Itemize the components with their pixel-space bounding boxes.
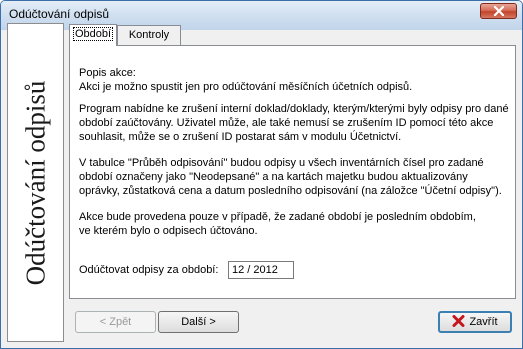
description-paragraph-3: V tabulce "Průběh odpisování" budou odpi… bbox=[79, 156, 511, 198]
window-close-button[interactable] bbox=[480, 3, 517, 19]
back-button[interactable]: < Zpět bbox=[75, 311, 156, 333]
close-x-icon bbox=[452, 315, 465, 328]
close-button[interactable]: Zavřít bbox=[438, 311, 512, 333]
description-text: období označeny jako "Neodepsané" a na k… bbox=[79, 171, 468, 183]
dialog-window: Odúčtování odpisů Odúčtování odpisů Obdo… bbox=[0, 0, 523, 349]
description-paragraph-2: Program nabídne ke zrušení interní dokla… bbox=[79, 102, 511, 144]
tab-content-panel: Popis akce: Akci je možno spustit jen pr… bbox=[69, 45, 516, 299]
tab-obdobi[interactable]: Období bbox=[69, 24, 117, 46]
period-input[interactable] bbox=[228, 261, 294, 279]
description-text: souhlasit, může se o zrušení ID postarat… bbox=[79, 131, 402, 143]
description-text: Program nabídne ke zrušení interní dokla… bbox=[79, 103, 509, 115]
description-heading: Popis akce: bbox=[79, 67, 136, 79]
period-label: Odúčtovat odpisy za období: bbox=[79, 264, 219, 276]
description-text: Akce bude provedena pouze v případě, že … bbox=[79, 211, 476, 223]
close-icon bbox=[493, 6, 505, 16]
description-text: Akci je možno spustit jen pro odúčtování… bbox=[79, 81, 413, 93]
next-button[interactable]: Další > bbox=[158, 311, 239, 333]
window-title: Odúčtování odpisů bbox=[9, 7, 110, 21]
description-paragraph-4: Akce bude provedena pouze v případě, že … bbox=[79, 210, 511, 238]
tab-obdobi-label: Období bbox=[72, 27, 114, 41]
side-banner: Odúčtování odpisů bbox=[7, 23, 64, 342]
description-text: oprávky, zůstatková cena a datum posledn… bbox=[79, 185, 502, 197]
side-banner-title: Odúčtování odpisů bbox=[20, 80, 51, 286]
description-text: ve kterém bylo o odpisech účtováno. bbox=[79, 225, 258, 237]
description-paragraph-1: Popis akce: Akci je možno spustit jen pr… bbox=[79, 66, 511, 94]
tab-kontroly[interactable]: Kontroly bbox=[117, 25, 181, 45]
tab-kontroly-label: Kontroly bbox=[128, 29, 170, 41]
description-text: období zaúčtovány. Uživatel může, ale ta… bbox=[79, 117, 494, 129]
description-text: V tabulce "Průběh odpisování" budou odpi… bbox=[79, 157, 484, 169]
close-button-label: Zavřít bbox=[469, 316, 498, 328]
